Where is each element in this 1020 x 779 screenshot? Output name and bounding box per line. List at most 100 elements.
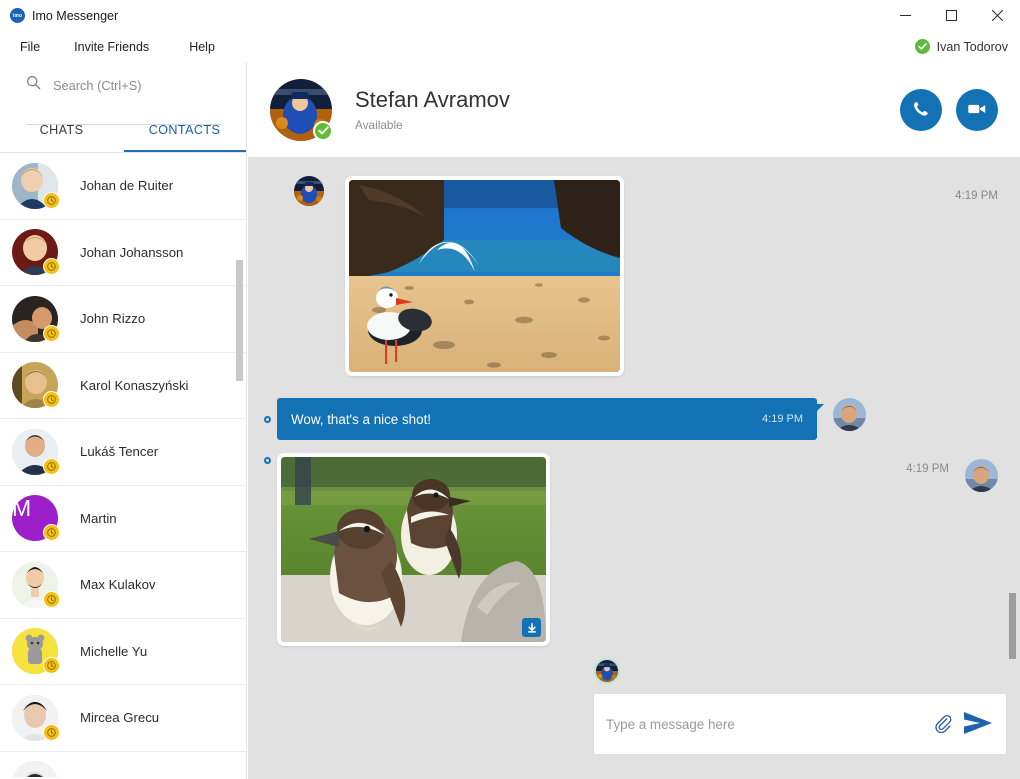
contact-list: Johan de Ruiter Johan Johansson <box>0 153 246 777</box>
avatar <box>12 296 58 342</box>
message-status-dot <box>264 416 271 423</box>
app-title: Imo Messenger <box>32 9 118 23</box>
tab-chats[interactable]: CHATS <box>0 108 123 152</box>
message-incoming-image: 4:19 PM <box>248 176 1020 376</box>
message-status-dot <box>264 457 271 464</box>
audio-call-button[interactable] <box>900 89 942 131</box>
sidebar-scrollbar[interactable] <box>236 260 243 381</box>
contact-name: Karol Konaszyński <box>80 378 188 393</box>
video-camera-icon <box>966 98 988 123</box>
chat-panel: Stefan Avramov Available <box>248 62 1020 779</box>
avatar <box>965 459 998 492</box>
clock-icon <box>43 591 60 608</box>
paperclip-icon <box>932 713 952 736</box>
send-button[interactable] <box>962 709 994 740</box>
imo-logo-icon: imo <box>10 8 25 23</box>
avatar <box>12 628 58 674</box>
list-item[interactable]: Mircea Grecu <box>0 685 246 752</box>
chat-header-actions <box>900 89 998 131</box>
attach-button[interactable] <box>932 713 952 736</box>
message-outgoing-text: Wow, that's a nice shot! 4:19 PM <box>248 398 1020 440</box>
sidebar: CHATS CONTACTS Johan de Ruiter <box>0 62 247 779</box>
clock-icon <box>43 325 60 342</box>
menu-invite-friends[interactable]: Invite Friends <box>64 36 159 58</box>
my-avatar <box>594 658 620 684</box>
contact-name: Max Kulakov <box>80 577 156 592</box>
message-text: Wow, that's a nice shot! <box>291 412 762 427</box>
list-item[interactable]: Max Kulakov <box>0 552 246 619</box>
list-item[interactable] <box>0 752 246 778</box>
title-bar: imo Imo Messenger <box>0 0 1020 31</box>
list-item[interactable]: Lukáš Tencer <box>0 419 246 486</box>
window-controls <box>882 0 1020 31</box>
avatar: M <box>12 495 58 541</box>
avatar-image <box>594 658 620 684</box>
send-arrow-icon <box>962 709 994 740</box>
avatar <box>12 695 58 741</box>
menu-file[interactable]: File <box>10 36 50 58</box>
contact-name: Michelle Yu <box>80 644 147 659</box>
seagull-beach-photo[interactable] <box>349 180 620 372</box>
contact-name: Johan de Ruiter <box>80 178 173 193</box>
message-timestamp: 4:19 PM <box>955 176 998 202</box>
menu-help[interactable]: Help <box>179 36 225 58</box>
list-item[interactable]: Johan Johansson <box>0 220 246 287</box>
clock-icon <box>43 657 60 674</box>
video-call-button[interactable] <box>956 89 998 131</box>
imo-messenger-window: imo Imo Messenger File Invite Friends He… <box>0 0 1020 779</box>
menu-bar: File Invite Friends Help Ivan Todorov <box>0 31 1020 62</box>
search-row[interactable] <box>0 62 246 108</box>
active-tab-indicator <box>124 150 247 153</box>
list-item[interactable]: Michelle Yu <box>0 619 246 686</box>
chat-contact-status: Available <box>355 118 510 132</box>
app-logo: imo Imo Messenger <box>0 8 118 23</box>
tab-contacts[interactable]: CONTACTS <box>123 108 246 152</box>
clock-icon <box>43 524 60 541</box>
check-circle-icon <box>915 39 930 54</box>
avatar <box>12 163 58 209</box>
contact-name: Mircea Grecu <box>80 710 159 725</box>
list-item[interactable]: Karol Konaszyński <box>0 353 246 420</box>
phone-icon <box>911 99 931 122</box>
chat-contact-avatar <box>270 79 332 141</box>
avatar <box>294 176 324 206</box>
search-input[interactable] <box>53 78 224 93</box>
list-item[interactable]: John Rizzo <box>0 286 246 353</box>
avatar <box>12 429 58 475</box>
avatar <box>12 562 58 608</box>
contact-name: Johan Johansson <box>80 245 183 260</box>
minimize-button[interactable] <box>882 0 928 31</box>
compose-area <box>248 650 1020 779</box>
maximize-button[interactable] <box>928 0 974 31</box>
download-icon[interactable] <box>522 618 541 637</box>
avatar <box>12 229 58 275</box>
contact-name: Lukáš Tencer <box>80 444 158 459</box>
account-chip[interactable]: Ivan Todorov <box>915 31 1008 62</box>
message-outgoing-image: 4:19 PM <box>248 453 1020 646</box>
contact-name: John Rizzo <box>80 311 145 326</box>
clock-icon <box>43 391 60 408</box>
close-button[interactable] <box>974 0 1020 31</box>
compose-box[interactable] <box>594 694 1006 754</box>
avatar-image <box>12 761 58 777</box>
account-name: Ivan Todorov <box>937 40 1008 54</box>
message-image-card[interactable] <box>277 453 550 646</box>
message-timestamp: 4:19 PM <box>906 453 949 475</box>
avatar <box>12 362 58 408</box>
list-item[interactable]: Johan de Ruiter <box>0 153 246 220</box>
avatar <box>833 398 866 431</box>
list-item[interactable]: M Martin <box>0 486 246 553</box>
clock-icon <box>43 192 60 209</box>
clock-icon <box>43 724 60 741</box>
chat-contact-name: Stefan Avramov <box>355 87 510 113</box>
message-bubble[interactable]: Wow, that's a nice shot! 4:19 PM <box>277 398 817 440</box>
message-image-card[interactable] <box>345 176 624 376</box>
clock-icon <box>43 258 60 275</box>
sidebar-tabs: CHATS CONTACTS <box>0 108 246 152</box>
avatar <box>12 761 58 777</box>
message-timestamp: 4:19 PM <box>762 413 803 425</box>
message-input[interactable] <box>606 717 932 732</box>
search-icon <box>26 75 41 95</box>
penguins-photo[interactable] <box>281 457 546 642</box>
clock-icon <box>43 458 60 475</box>
